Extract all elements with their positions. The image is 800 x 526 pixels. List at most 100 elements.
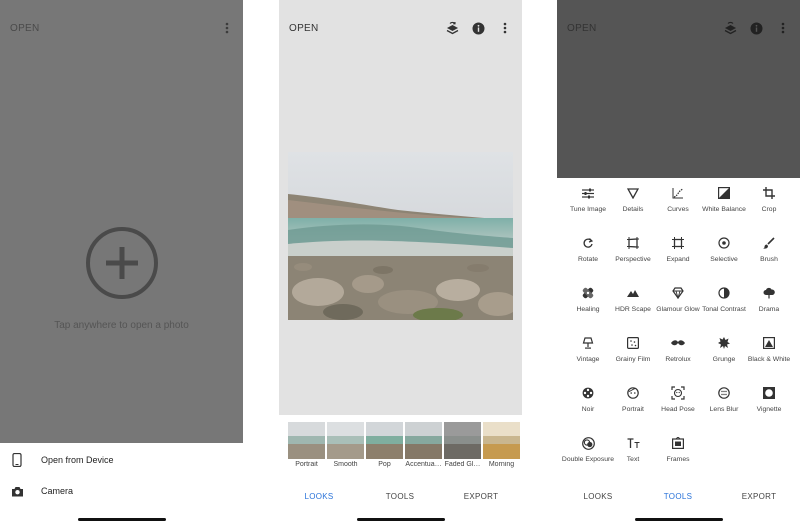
tool-vignette[interactable]: Vignette <box>746 380 792 426</box>
home-indicator <box>635 518 723 521</box>
more-vert-icon[interactable] <box>217 18 237 38</box>
tool-brush[interactable]: Brush <box>746 230 792 276</box>
mustache-icon <box>671 336 685 350</box>
tab-export[interactable]: EXPORT <box>441 492 521 501</box>
sliders-icon <box>581 186 595 200</box>
tool-rotate[interactable]: Rotate <box>565 230 611 276</box>
tool-details[interactable]: Details <box>610 180 656 226</box>
tool-head-pose[interactable]: Head Pose <box>655 380 701 426</box>
tool-drama[interactable]: Drama <box>746 280 792 326</box>
look-item[interactable]: Morning <box>483 422 520 468</box>
selective-icon <box>717 236 731 250</box>
look-item[interactable]: Smooth <box>327 422 364 468</box>
layers-stack-icon[interactable] <box>442 18 462 38</box>
more-vert-icon[interactable] <box>495 18 515 38</box>
tool-label: Frames <box>666 456 690 463</box>
tool-label: Brush <box>760 256 778 263</box>
top-bar: OPEN <box>557 0 800 56</box>
dimmed-canvas[interactable]: OPEN <box>557 0 800 178</box>
tool-grainy-film[interactable]: Grainy Film <box>610 330 656 376</box>
lamp-icon <box>581 336 595 350</box>
tool-black-white[interactable]: Black & White <box>746 330 792 376</box>
info-icon[interactable] <box>468 18 488 38</box>
layers-stack-icon[interactable] <box>720 18 740 38</box>
tool-lens-blur[interactable]: Lens Blur <box>701 380 747 426</box>
camera-icon <box>10 484 24 498</box>
add-photo-icon[interactable] <box>85 226 159 300</box>
tool-noir[interactable]: Noir <box>565 380 611 426</box>
home-indicator <box>357 518 445 521</box>
tab-export[interactable]: EXPORT <box>719 492 799 501</box>
tool-selective[interactable]: Selective <box>701 230 747 276</box>
looks-strip[interactable]: Portrait Smooth Pop Accentua… Faded Gl… … <box>279 422 522 474</box>
open-sheet: Open from Device Camera <box>0 443 243 526</box>
rotate-icon <box>581 236 595 250</box>
head-pose-icon <box>671 386 685 400</box>
tool-double-exposure[interactable]: Double Exposure <box>562 430 614 476</box>
camera-label: Camera <box>41 486 74 496</box>
phone-icon <box>10 453 24 467</box>
top-bar: OPEN <box>279 0 522 56</box>
tool-healing[interactable]: Healing <box>565 280 611 326</box>
tool-text[interactable]: Text <box>610 430 656 476</box>
tool-portrait[interactable]: Portrait <box>610 380 656 426</box>
tool-curves[interactable]: Curves <box>655 180 701 226</box>
frames-icon <box>671 436 685 450</box>
film-icon <box>626 336 640 350</box>
look-thumbnail <box>483 422 520 459</box>
tool-grunge[interactable]: Grunge <box>701 330 747 376</box>
open-from-device-item[interactable]: Open from Device <box>0 450 243 470</box>
face-icon <box>626 386 640 400</box>
tool-crop[interactable]: Crop <box>746 180 792 226</box>
look-label: Faded Gl… <box>444 461 481 468</box>
brush-icon <box>762 236 776 250</box>
look-item[interactable]: Faded Gl… <box>444 422 481 468</box>
look-thumbnail <box>405 422 442 459</box>
open-button[interactable]: OPEN <box>567 23 597 34</box>
lens-blur-icon <box>717 386 731 400</box>
tool-perspective[interactable]: Perspective <box>610 230 656 276</box>
tab-tools[interactable]: TOOLS <box>638 492 718 501</box>
tool-retrolux[interactable]: Retrolux <box>655 330 701 376</box>
tab-looks[interactable]: LOOKS <box>279 492 359 501</box>
tool-frames[interactable]: Frames <box>655 430 701 476</box>
tool-white-balance[interactable]: White Balance <box>701 180 747 226</box>
tool-expand[interactable]: Expand <box>655 230 701 276</box>
open-button[interactable]: OPEN <box>289 23 319 34</box>
look-item[interactable]: Accentua… <box>405 422 442 468</box>
tool-tonal-contrast[interactable]: Tonal Contrast <box>701 280 747 326</box>
open-button[interactable]: OPEN <box>10 23 40 34</box>
tool-vintage[interactable]: Vintage <box>565 330 611 376</box>
photo-canvas: OPEN <box>279 0 522 415</box>
tool-tune-image[interactable]: Tune Image <box>565 180 611 226</box>
look-label: Morning <box>488 461 515 468</box>
tab-looks[interactable]: LOOKS <box>558 492 638 501</box>
open-photo-backdrop[interactable]: OPEN Tap anywhere to open a photo <box>0 0 243 443</box>
look-thumbnail <box>444 422 481 459</box>
tool-glamour-glow[interactable]: Glamour Glow <box>655 280 701 326</box>
more-vert-icon[interactable] <box>773 18 793 38</box>
camera-item[interactable]: Camera <box>0 481 243 501</box>
photo-preview[interactable] <box>288 152 513 320</box>
look-item[interactable]: Pop <box>366 422 403 468</box>
tool-label: Black & White <box>747 356 791 363</box>
tool-label: Crop <box>761 206 777 213</box>
screen-looks: OPEN Portrait Smooth Pop Accentua… Faded… <box>279 0 522 526</box>
look-thumbnail <box>366 422 403 459</box>
black-white-icon <box>762 336 776 350</box>
look-thumbnail <box>327 422 364 459</box>
open-from-device-label: Open from Device <box>41 455 114 465</box>
triangle-icon <box>626 186 640 200</box>
info-icon[interactable] <box>746 18 766 38</box>
text-icon <box>626 436 640 450</box>
top-bar: OPEN <box>0 0 243 56</box>
mountain-icon <box>626 286 640 300</box>
bottom-nav: LOOKS TOOLS EXPORT <box>279 492 522 506</box>
tab-tools[interactable]: TOOLS <box>360 492 440 501</box>
tool-hdr-scape[interactable]: HDR Scape <box>610 280 656 326</box>
home-indicator <box>78 518 166 521</box>
white-balance-icon <box>717 186 731 200</box>
look-item[interactable]: Portrait <box>288 422 325 468</box>
screen-tools: OPEN Tune Image Details Curves White Bal… <box>557 0 800 526</box>
double-exposure-icon <box>581 436 595 450</box>
